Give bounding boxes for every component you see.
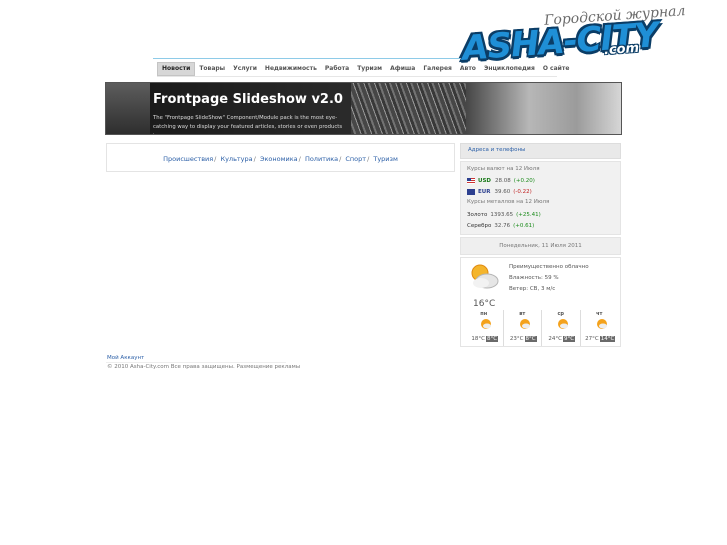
category-separator: / [214, 155, 217, 163]
menu-item-services[interactable]: Услуги [229, 62, 261, 76]
weather-widget: Преимущественно облачно Влажность: 59 % … [460, 257, 621, 347]
forecast-day: чт 27°C 14°C [581, 310, 619, 346]
currency-title: Курсы валют на 12 Июля [467, 166, 540, 172]
header-divider [153, 58, 460, 59]
rates-box: Курсы валют на 12 Июля USD 28.08 (+0.20)… [460, 161, 621, 235]
eur-rate-row: EUR 39.60 (-0.22) [467, 189, 532, 195]
forecast-day: вт 23°C 8°C [504, 310, 542, 346]
us-flag-icon [467, 178, 475, 184]
silver-rate-row: Серебро 32.76 (+0.61) [467, 223, 534, 229]
silver-value: 32.76 [494, 223, 511, 229]
forecast-low: 14°C [599, 336, 616, 342]
menu-item-news[interactable]: Новости [157, 61, 196, 76]
sun-cloud-icon [481, 319, 491, 329]
eur-delta: (-0.22) [513, 189, 532, 195]
slide-image-left [106, 83, 150, 134]
category-separator: / [253, 155, 256, 163]
menu-item-afisha[interactable]: Афиша [386, 62, 419, 76]
forecast-high: 24°C [548, 336, 562, 342]
weather-condition: Преимущественно облачно [509, 264, 589, 270]
footer-copyright: © 2010 Asha-City.com Все права защищены.… [107, 364, 301, 370]
my-account-link[interactable]: Мой Аккаунт [107, 355, 144, 361]
menu-item-goods[interactable]: Товары [195, 62, 229, 76]
menu-item-auto[interactable]: Авто [456, 62, 480, 76]
category-culture[interactable]: Культура [220, 155, 252, 163]
menu-item-realty[interactable]: Недвижимость [261, 62, 321, 76]
category-links: Происшествия/ Культура/ Экономика/ Полит… [107, 155, 454, 163]
forecast-high: 27°C [585, 336, 599, 342]
category-tourism[interactable]: Туризм [373, 155, 398, 163]
slide-image [351, 83, 466, 134]
menu-item-about[interactable]: О сайте [539, 62, 574, 76]
forecast-day: ср 24°C 9°C [542, 310, 581, 346]
sun-cloud-icon [558, 319, 568, 329]
eur-value: 39.60 [494, 189, 511, 195]
slide-image-right [466, 83, 621, 134]
forecast-low: 8°C [524, 336, 537, 342]
category-economy[interactable]: Экономика [260, 155, 298, 163]
sun-cloud-icon [519, 319, 530, 329]
frontpage-slideshow[interactable]: Frontpage Slideshow v2.0 The "Frontpage … [105, 82, 622, 135]
gold-value: 1393.65 [490, 212, 514, 218]
menu-item-tourism[interactable]: Туризм [353, 62, 386, 76]
sun-cloud-icon [596, 319, 607, 329]
category-separator: / [367, 155, 370, 163]
gold-name: Золото [467, 212, 488, 218]
main-content-box: Происшествия/ Культура/ Экономика/ Полит… [106, 143, 455, 172]
category-separator: / [298, 155, 301, 163]
category-separator: / [339, 155, 342, 163]
usd-code: USD [478, 178, 491, 184]
addresses-link[interactable]: Адреса и телефоны [468, 147, 525, 153]
sidebar-links-box: Адреса и телефоны [460, 143, 621, 159]
usd-value: 28.08 [495, 178, 511, 184]
gold-rate-row: Золото 1393.65 (+25.41) [467, 212, 541, 218]
footer-divider [106, 362, 286, 363]
category-incidents[interactable]: Происшествия [163, 155, 213, 163]
forecast-high: 23°C [509, 336, 524, 342]
slide-text: The "Frontpage SlideShow" Component/Modu… [153, 115, 343, 134]
eur-code: EUR [478, 189, 491, 195]
menu-item-jobs[interactable]: Работа [321, 62, 353, 76]
eu-flag-icon [467, 189, 475, 195]
weather-humidity: Влажность: 59 % [509, 275, 559, 281]
gold-delta: (+25.41) [516, 212, 541, 218]
usd-rate-row: USD 28.08 (+0.20) [467, 178, 535, 184]
usd-delta: (+0.20) [513, 178, 535, 184]
weather-wind: Ветер: СВ, 3 м/с [509, 286, 556, 292]
menu-item-gallery[interactable]: Галерея [419, 62, 456, 76]
forecast-day: пн 18°C 8°C [465, 310, 504, 346]
silver-name: Серебро [467, 223, 492, 229]
logo-domain: .com [603, 40, 640, 59]
menu-divider [157, 76, 557, 77]
silver-delta: (+0.61) [513, 223, 535, 229]
current-date: Понедельник, 11 Июля 2011 [460, 237, 621, 255]
metals-title: Курсы металлов на 12 Июля [467, 199, 550, 205]
site-logo[interactable]: Городской журнал ASHA-CITY .com [458, 3, 686, 69]
forecast-low: 9°C [563, 336, 576, 342]
weather-temperature: 16°C [473, 299, 496, 309]
menu-item-encyclopedia[interactable]: Энциклопедия [480, 62, 539, 76]
category-sport[interactable]: Спорт [345, 155, 366, 163]
forecast-high: 18°C [471, 336, 485, 342]
partly-cloudy-icon [471, 264, 499, 289]
slide-title[interactable]: Frontpage Slideshow v2.0 [153, 92, 343, 107]
main-menu: Новости Товары Услуги Недвижимость Работ… [157, 60, 573, 77]
weather-forecast: пн 18°C 8°C вт 23°C 8°C ср 24°C 9°C чт 27°C… [465, 310, 618, 346]
forecast-low: 8°C [486, 336, 499, 342]
category-politics[interactable]: Политика [305, 155, 338, 163]
